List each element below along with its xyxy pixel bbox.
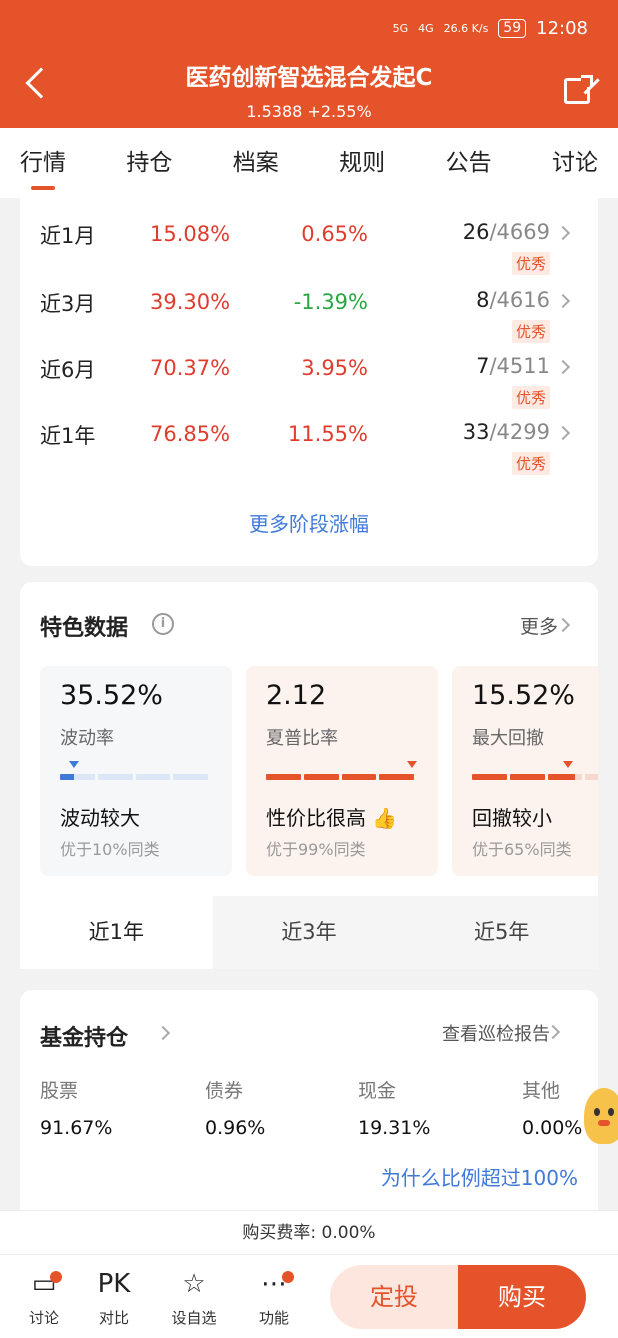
more-icon: ⋯ (261, 1269, 287, 1299)
pk-icon: PK (97, 1269, 131, 1299)
feature-data-card: 特色数据 i 更多 35.52% 波动率 波动较大 优于10%同类 2.12 夏… (20, 582, 599, 969)
functions-button[interactable]: ⋯ 功能 (244, 1267, 304, 1328)
mascot-icon[interactable] (584, 1088, 618, 1144)
rank-badge: 优秀 (511, 452, 550, 475)
stat-desc: 性价比很高 👍 (266, 806, 398, 830)
period-rank: 8/4616 (476, 288, 550, 312)
star-plus-icon: ☆ (182, 1269, 206, 1299)
alloc-other: 其他 0.00% (522, 1080, 583, 1139)
period-label: 近1月 (40, 224, 96, 248)
feature-more-link[interactable]: 更多 (520, 612, 558, 639)
stat-card-drawdown[interactable]: 15.52% 最大回撤 回撤较小 优于65%同类 (452, 666, 598, 876)
rank-badge: 优秀 (511, 252, 550, 275)
chevron-right-icon (555, 617, 571, 633)
stat-label: 夏普比率 (266, 728, 338, 749)
status-bar: 5G 4G 26.6 K/s 59 12:08 (393, 18, 588, 39)
fund-nav: 1.5388 +2.55% (246, 102, 372, 121)
tab-holdings[interactable]: 持仓 (126, 128, 172, 198)
stats-carousel[interactable]: 35.52% 波动率 波动较大 优于10%同类 2.12 夏普比率 性价比很高 (40, 666, 598, 878)
level-marker-icon (407, 761, 417, 768)
performance-card: 近1月 15.08% 0.65% 26/4669 优秀 近3月 39.30% -… (20, 198, 598, 566)
stat-desc: 回撤较小 (472, 806, 552, 830)
performance-row[interactable]: 近1月 15.08% 0.65% 26/4669 优秀 (20, 206, 598, 275)
period-label: 近6月 (40, 358, 96, 382)
inspection-report-link[interactable]: 查看巡检报告 (442, 1020, 550, 1046)
period-label: 近3月 (40, 292, 96, 316)
period-label: 近1年 (40, 424, 96, 448)
holdings-card: 基金持仓 查看巡检报告 股票 91.67% 债券 0.96% 现金 19.31%… (20, 990, 598, 1210)
stat-value: 35.52% (60, 680, 163, 711)
buy-button[interactable]: 购买 (458, 1265, 586, 1329)
tab-profile[interactable]: 档案 (233, 128, 279, 198)
signal-2: 4G (418, 22, 434, 35)
compare-button[interactable]: PK 对比 (84, 1267, 144, 1328)
level-bar (60, 774, 208, 780)
period-rank: 33/4299 (462, 420, 550, 444)
period-return: 76.85% (150, 422, 231, 446)
info-icon[interactable]: i (152, 613, 174, 635)
why-over-100-link[interactable]: 为什么比例超过100% (381, 1162, 578, 1191)
tab-3y[interactable]: 近3年 (212, 896, 406, 969)
stat-sub: 优于10%同类 (60, 840, 160, 859)
chevron-right-icon (555, 359, 571, 375)
chevron-right-icon (555, 225, 571, 241)
period-vs-index: 3.95% (301, 356, 368, 380)
stat-label: 波动率 (60, 728, 114, 749)
period-vs-index: 11.55% (287, 422, 368, 446)
period-return: 70.37% (150, 356, 231, 380)
stat-sub: 优于99%同类 (266, 840, 366, 859)
net-speed: 26.6 K/s (443, 22, 489, 35)
tab-announcements[interactable]: 公告 (446, 128, 492, 198)
period-rank: 7/4511 (476, 354, 550, 378)
stat-desc: 波动较大 (60, 806, 140, 830)
period-vs-index: 0.65% (301, 222, 368, 246)
alloc-cash: 现金 19.31% (358, 1080, 431, 1139)
period-return: 39.30% (150, 290, 231, 314)
period-rank: 26/4669 (462, 220, 550, 244)
bottom-action-bar: ▭ 讨论 PK 对比 ☆ 设自选 ⋯ 功能 定投 购买 (0, 1254, 618, 1338)
stat-label: 最大回撤 (472, 728, 544, 749)
period-vs-index: -1.39% (293, 290, 368, 314)
alloc-bond: 债券 0.96% (205, 1080, 266, 1139)
tab-1y[interactable]: 近1年 (20, 896, 213, 969)
app-header: 5G 4G 26.6 K/s 59 12:08 医药创新智选混合发起C 1.53… (0, 0, 618, 128)
level-marker-icon (563, 761, 573, 768)
battery-indicator: 59 (498, 19, 527, 38)
tab-discussion[interactable]: 讨论 (552, 128, 598, 198)
more-periods-link[interactable]: 更多阶段涨幅 (20, 508, 598, 537)
chevron-right-icon (155, 1025, 171, 1041)
auto-invest-button[interactable]: 定投 (330, 1265, 458, 1329)
stat-sub: 优于65%同类 (472, 840, 572, 859)
level-bar (472, 774, 598, 780)
signal-1: 5G (392, 22, 409, 35)
section-title: 特色数据 (40, 616, 129, 641)
discuss-button[interactable]: ▭ 讨论 (14, 1267, 74, 1328)
chevron-right-icon (555, 293, 571, 309)
fund-title: 医药创新智选混合发起C (185, 65, 433, 91)
alloc-stock: 股票 91.67% (40, 1080, 113, 1139)
period-return: 15.08% (150, 222, 231, 246)
tab-5y[interactable]: 近5年 (405, 896, 599, 969)
performance-row[interactable]: 近6月 70.37% 3.95% 7/4511 优秀 (20, 340, 598, 409)
chevron-right-icon (555, 425, 571, 441)
stat-card-sharpe[interactable]: 2.12 夏普比率 性价比很高 👍 优于99%同类 (246, 666, 438, 876)
share-icon[interactable] (564, 75, 600, 104)
main-tabs: 行情 持仓 档案 规则 公告 讨论 (0, 128, 618, 198)
holdings-title[interactable]: 基金持仓 (40, 1020, 128, 1052)
feature-period-tabs: 近1年 近3年 近5年 (20, 896, 599, 969)
stat-card-volatility[interactable]: 35.52% 波动率 波动较大 优于10%同类 (40, 666, 232, 876)
thumbs-up-icon: 👍 (372, 806, 398, 830)
purchase-fee: 购买费率: 0.00% (0, 1210, 618, 1254)
performance-row[interactable]: 近3月 39.30% -1.39% 8/4616 优秀 (20, 274, 598, 343)
add-watchlist-button[interactable]: ☆ 设自选 (164, 1267, 224, 1328)
tab-market[interactable]: 行情 (20, 128, 66, 198)
performance-row[interactable]: 近1年 76.85% 11.55% 33/4299 优秀 (20, 406, 598, 475)
comment-icon: ▭ (31, 1269, 57, 1299)
level-bar (266, 774, 414, 780)
stat-value: 2.12 (266, 680, 327, 711)
stat-value: 15.52% (472, 680, 575, 711)
tab-rules[interactable]: 规则 (339, 128, 385, 198)
clock: 12:08 (536, 18, 588, 39)
level-marker-icon (69, 761, 79, 768)
